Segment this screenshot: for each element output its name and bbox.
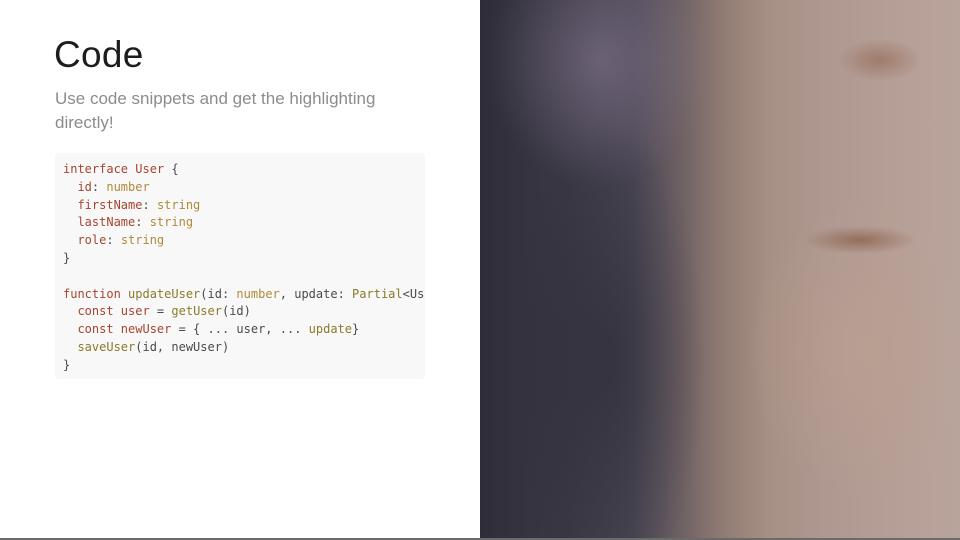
code-token: string [149,215,194,230]
code-line: function updateUser(id: number, update: … [63,286,425,304]
texture-image [480,0,960,540]
code-token: getUser [171,304,222,319]
code-token: saveUser [63,339,136,354]
code-token: number [236,286,280,301]
code-token: newUser [120,322,172,337]
code-token: interface [63,162,136,176]
code-token: : [106,233,121,248]
code-token: : [221,286,237,301]
code-token: Partial [352,286,403,301]
code-token: : [142,197,157,212]
code-token: string [156,197,201,212]
code-token: User [135,162,165,176]
code-token: : [91,179,107,194]
code-line: id: number [63,179,425,197]
code-token: update [294,286,338,301]
code-line: saveUser(id, newUser) [63,339,425,357]
code-line: firstName: string [63,197,425,215]
code-line: interface User { [63,161,425,179]
code-token: : [135,215,150,230]
code-token: : [337,286,353,301]
code-token: } [63,250,71,265]
code-token: firstName [63,197,143,212]
code-token: user [120,304,150,319]
code-token: string [120,233,165,248]
code-token: = { ... user, ... [171,322,309,337]
code-token: <User>) { [402,286,425,301]
code-token: id [63,179,92,194]
code-token: const [63,304,121,319]
code-token: { [164,162,179,176]
code-line: } [63,250,425,268]
code-token: const [63,322,121,337]
code-token: ( [200,286,208,301]
code-token: id [207,286,222,301]
code-line: lastName: string [63,214,425,232]
code-token: lastName [63,215,136,230]
code-lines: interface User { id: number firstName: s… [63,161,425,375]
code-token: = [149,304,172,319]
code-token: (id) [221,304,251,319]
texture-image-panel [480,0,960,540]
slide-subtitle: Use code snippets and get the highlighti… [55,89,376,132]
slide: Code Use code snippets and get the highl… [0,0,960,540]
code-token: function [63,286,129,301]
content-panel: Code Use code snippets and get the highl… [0,0,480,540]
code-token: updateUser [128,286,201,301]
code-token: role [63,233,107,248]
code-token: } [352,322,360,337]
code-token: } [63,357,71,372]
code-snippet[interactable]: interface User { id: number firstName: s… [55,153,425,379]
code-line: role: string [63,232,425,250]
code-token: number [106,179,150,194]
code-line: } [63,357,425,375]
code-token: , [279,286,295,301]
code-line: const user = getUser(id) [63,303,425,321]
code-token: (id, newUser) [135,339,230,354]
slide-title: Code [54,34,144,75]
code-line: const newUser = { ... user, ... update} [63,321,425,339]
code-token: update [308,322,353,337]
